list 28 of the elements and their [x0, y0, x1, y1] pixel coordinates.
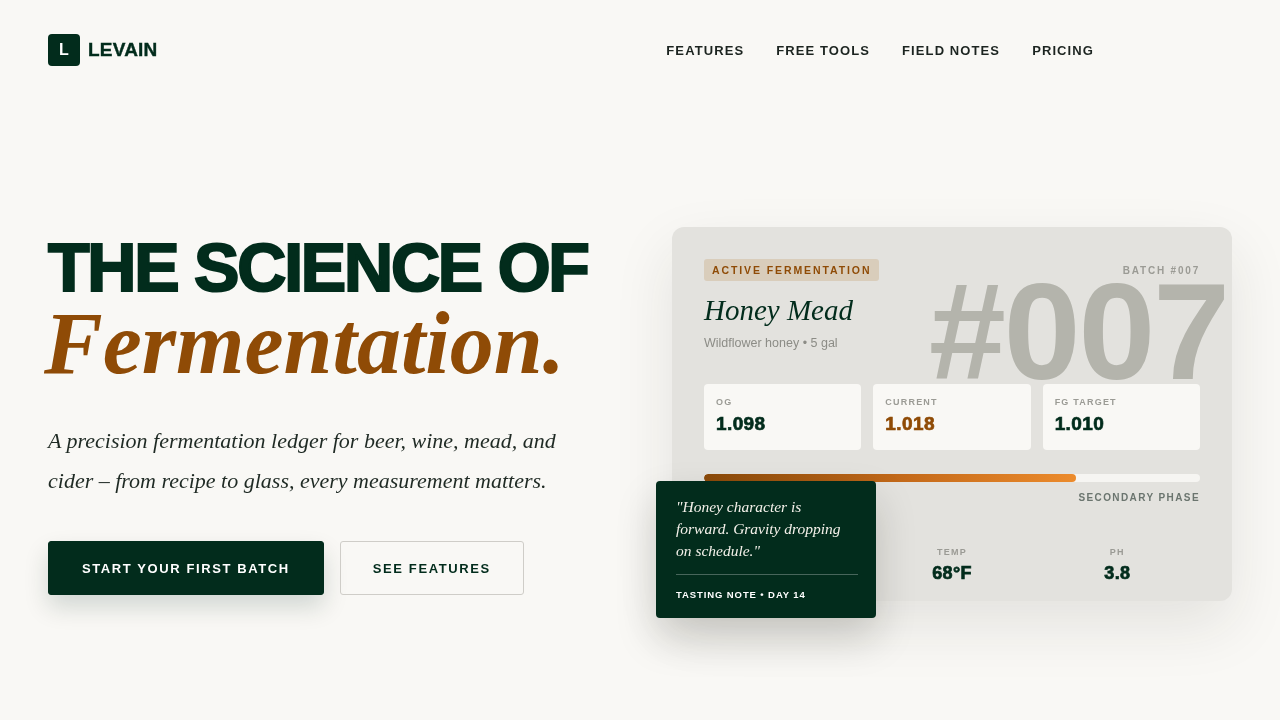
tasting-note-caption: TASTING NOTE • DAY 14 [676, 589, 806, 600]
brand-name: LEVAIN [88, 39, 158, 61]
nav-link[interactable]: FREE TOOLS [776, 42, 871, 58]
batch-details: Wildflower honey • 5 gal [704, 335, 838, 351]
start-batch-button[interactable]: START YOUR FIRST BATCH [48, 541, 324, 595]
stat-label: CURRENT [885, 397, 938, 407]
reading-label: TEMP [937, 547, 967, 557]
stat-label: FG TARGET [1054, 397, 1117, 407]
hero-description: A precision fermentation ledger for beer, wine, mead, and cider – from recipe to glass, every measurement matters. [48, 427, 557, 495]
reading-value: 3.8 [1104, 563, 1131, 584]
nav-link[interactable]: FIELD NOTES [902, 42, 1001, 58]
stat-value: 1.018 [885, 413, 935, 435]
reading-value: 68°F [932, 563, 972, 584]
logo-mark[interactable]: L [48, 34, 80, 66]
phase-label: SECONDARY PHASE [1078, 492, 1200, 503]
headline-accent: Fermentation. [44, 301, 565, 387]
stat-label: OG [716, 397, 733, 407]
nav-link[interactable]: FEATURES [666, 42, 745, 58]
stat-value: 1.098 [716, 413, 766, 435]
stat-value: 1.010 [1054, 413, 1105, 435]
reading-label: PH [1109, 547, 1125, 557]
headline: THE SCIENCE OF [48, 233, 588, 301]
nav-link[interactable]: PRICING [1032, 42, 1094, 58]
status-badge: ACTIVE FERMENTATION [704, 259, 880, 281]
see-features-button[interactable]: SEE FEATURES [339, 541, 524, 595]
batch-label: BATCH #007 [1122, 264, 1200, 276]
tasting-quote: "Honey character is forward. Gravity dropping on schedule." [676, 497, 842, 561]
batch-name: Honey Mead [704, 293, 853, 328]
